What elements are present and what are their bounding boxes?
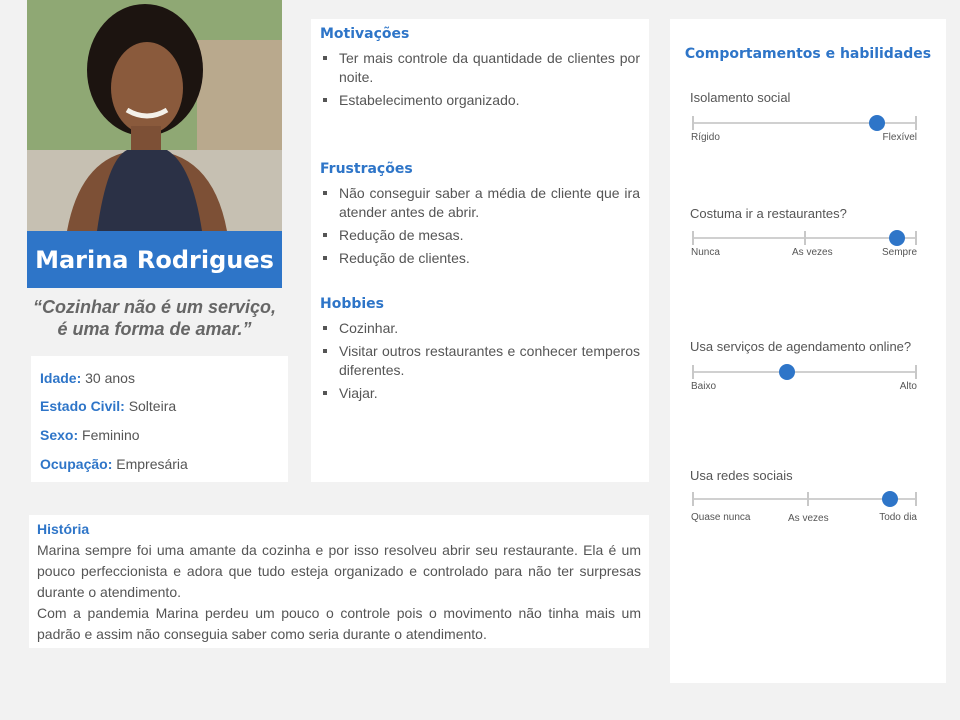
slider-tick: [692, 231, 694, 245]
slider-question: Costuma ir a restaurantes?: [690, 206, 847, 221]
list-item: Redução de mesas.: [320, 226, 640, 245]
info-value: Empresária: [116, 456, 188, 472]
slider-tick: [692, 116, 694, 130]
slider-tick: [807, 492, 809, 506]
hobbies-list: Cozinhar. Visitar outros restaurantes e …: [320, 319, 640, 407]
slider-question: Usa redes sociais: [690, 468, 793, 483]
tick-label: Alto: [899, 381, 917, 392]
tick-label: As vezes: [788, 513, 829, 524]
list-item: Estabelecimento organizado.: [320, 91, 640, 110]
info-value: Feminino: [82, 427, 140, 443]
profile-photo: [27, 0, 282, 231]
info-label: Estado Civil:: [40, 398, 125, 414]
slider-level-dot: [868, 115, 885, 131]
info-value: 30 anos: [85, 370, 135, 386]
slider-question: Usa serviços de agendamento online?: [690, 339, 912, 354]
portrait-illustration: [27, 0, 282, 231]
slider-social-media: [692, 491, 917, 507]
list-item: Redução de clientes.: [320, 249, 640, 268]
slider-tick: [692, 365, 694, 379]
history-text: Marina sempre foi uma amante da cozinha …: [37, 540, 641, 645]
info-sex: Sexo: Feminino: [40, 427, 140, 443]
info-age: Idade: 30 anos: [40, 370, 135, 386]
info-panel: Idade: 30 anos Estado Civil: Solteira Se…: [31, 356, 288, 482]
history-paragraph: Com a pandemia Marina perdeu um pouco o …: [37, 605, 641, 642]
motivations-title: Motivações: [320, 26, 410, 42]
info-label: Ocupação:: [40, 456, 113, 472]
info-value: Solteira: [128, 398, 177, 414]
slider-tick: [804, 231, 806, 245]
behaviors-title: Comportamentos e habilidades: [684, 46, 932, 62]
tick-label: Quase nunca: [691, 512, 751, 523]
slider-social-isolation: [692, 115, 917, 131]
slider-level-dot: [882, 491, 898, 507]
frustrations-list: Não conseguir saber a média de cliente q…: [320, 184, 640, 272]
history-title: História: [37, 521, 90, 537]
goals-panel: Motivações Ter mais controle da quantida…: [311, 19, 649, 482]
persona-quote: “Cozinhar não é um serviço, é uma forma …: [27, 296, 282, 340]
slider-tick: [915, 231, 917, 245]
info-label: Idade:: [40, 370, 82, 386]
history-paragraph: Marina sempre foi uma amante da cozinha …: [37, 542, 641, 600]
list-item: Cozinhar.: [320, 319, 640, 338]
slider-level-dot: [888, 230, 905, 246]
frustrations-title: Frustrações: [320, 161, 413, 177]
info-occupation: Ocupação: Empresária: [40, 456, 188, 472]
slider-question: Isolamento social: [690, 90, 791, 105]
slider-tick: [915, 492, 917, 506]
tick-label: Sempre: [881, 247, 917, 258]
slider-online-booking: [692, 364, 917, 380]
history-panel: História Marina sempre foi uma amante da…: [29, 515, 649, 648]
info-label: Sexo:: [40, 427, 79, 443]
list-item: Viajar.: [320, 384, 640, 403]
list-item: Ter mais controle da quantidade de clien…: [320, 49, 640, 87]
persona-name: Marina Rodrigues: [27, 231, 282, 288]
slider-tick: [915, 365, 917, 379]
tick-label: Rígido: [691, 132, 720, 143]
list-item: Visitar outros restaurantes e conhecer t…: [320, 342, 640, 380]
quote-line: é uma forma de amar.”: [57, 319, 252, 339]
slider-level-dot: [778, 364, 795, 380]
quote-line: “Cozinhar não é um serviço,: [32, 297, 277, 317]
tick-label: Baixo: [691, 381, 717, 392]
tick-label: Todo dia: [879, 512, 917, 523]
behaviors-panel: Comportamentos e habilidades Isolamento …: [670, 19, 946, 683]
tick-label: Nunca: [691, 247, 720, 258]
list-item: Não conseguir saber a média de cliente q…: [320, 184, 640, 222]
tick-label: As vezes: [792, 247, 833, 258]
motivations-list: Ter mais controle da quantidade de clien…: [320, 49, 640, 114]
slider-tick: [692, 492, 694, 506]
info-marital-status: Estado Civil: Solteira: [40, 398, 176, 414]
hobbies-title: Hobbies: [320, 296, 385, 312]
tick-label: Flexível: [882, 132, 917, 143]
slider-tick: [915, 116, 917, 130]
slider-restaurants: [692, 230, 917, 246]
